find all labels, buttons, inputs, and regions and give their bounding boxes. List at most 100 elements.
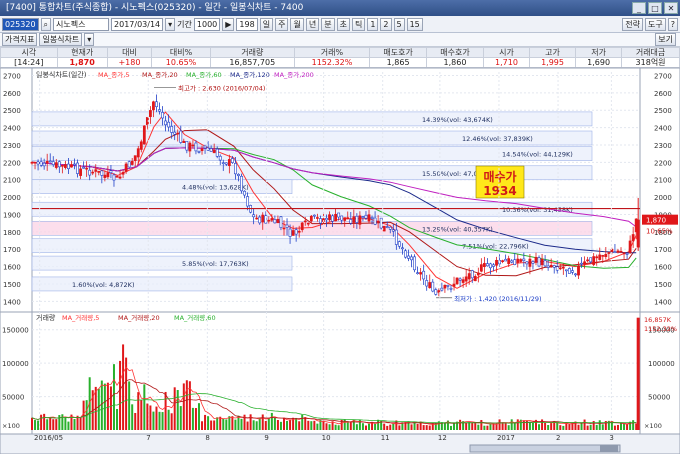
time-tick-label: 2	[556, 434, 560, 442]
candle-body	[467, 273, 471, 280]
buy-price-label: 매수가	[483, 169, 516, 184]
volume-bar	[37, 420, 40, 430]
volume-bar	[474, 422, 477, 430]
price-tick-label-right: 2600	[654, 90, 672, 98]
volume-bar	[137, 392, 140, 430]
candle-body	[36, 161, 40, 165]
price-tick-label-left: 2100	[3, 177, 21, 185]
volume-bar	[443, 422, 446, 430]
time-tick-label: 8	[205, 434, 209, 442]
volume-scale-label-right: ×100	[644, 422, 662, 430]
volume-bar	[425, 425, 428, 430]
volume-bar	[398, 425, 401, 430]
candle-body	[385, 226, 389, 228]
candle-body	[407, 255, 410, 259]
candle-body	[73, 163, 76, 166]
candle-body	[397, 241, 401, 247]
volume-bar	[119, 360, 122, 430]
volume-bar	[158, 411, 161, 430]
candle-body	[586, 259, 590, 262]
candle-body	[476, 272, 480, 276]
candle-body	[534, 256, 538, 263]
candle-body	[571, 270, 574, 273]
candle-body	[197, 150, 201, 153]
candle-body	[282, 227, 286, 230]
volume-profile-label: 4.48%(vol: 13,628K)	[182, 184, 249, 192]
volume-profile-label: 13.29%(vol: 40,357K)	[422, 225, 493, 233]
candle-body	[401, 247, 404, 250]
volume-bar	[140, 399, 143, 430]
candle-body	[419, 272, 423, 275]
volume-bar	[377, 419, 380, 430]
candle-body	[558, 267, 562, 270]
stock-chart[interactable]: 1400 14001500 15001600 16001700 17001800 1800…	[0, 0, 680, 454]
candle-body	[224, 162, 228, 165]
candle-body	[194, 142, 198, 152]
volume-bar	[58, 415, 61, 430]
candle-body	[425, 280, 429, 287]
candle-body	[373, 217, 377, 225]
candle-body	[252, 214, 256, 218]
candle-body	[504, 258, 508, 262]
candle-body	[288, 228, 292, 237]
volume-bar	[79, 417, 82, 430]
candle-body	[200, 148, 204, 152]
volume-bar	[170, 413, 173, 430]
volume-bar	[225, 419, 228, 430]
candle-body	[152, 101, 155, 111]
time-tick-label: 11	[381, 434, 390, 442]
candle-body	[379, 217, 383, 229]
volume-profile-label: 14.39%(vol: 43,674K)	[422, 116, 493, 124]
time-tick-label: 10	[322, 434, 331, 442]
candle-body	[103, 174, 107, 178]
candle-body	[616, 250, 620, 253]
candle-body	[337, 212, 341, 218]
price-tick-label-left: 1900	[3, 211, 21, 219]
ma-legend-item: MA_종가,60	[186, 70, 222, 79]
candle-body	[382, 225, 386, 232]
candle-body	[303, 220, 307, 223]
volume-profile-label: 5.85%(vol: 17,763K)	[182, 260, 249, 268]
volume-percent-label: 1152.32%	[644, 325, 677, 333]
volume-bar	[316, 423, 319, 430]
volume-bar	[255, 421, 258, 430]
candle-body	[607, 252, 611, 254]
candle-body	[619, 250, 623, 253]
volume-bar	[601, 424, 604, 430]
candle-body	[561, 266, 565, 269]
volume-chart-title: 거래량	[36, 313, 56, 322]
volume-bar	[595, 424, 598, 430]
candle-body	[218, 155, 222, 161]
volume-bar	[465, 422, 468, 430]
volume-bar	[559, 425, 562, 430]
price-tick-label-left: 2600	[3, 90, 21, 98]
volume-bar	[580, 422, 583, 430]
volume-bar	[298, 421, 301, 430]
volume-bar	[501, 422, 504, 430]
candle-body	[161, 112, 164, 119]
volume-bar	[538, 424, 541, 430]
candle-body	[306, 222, 310, 225]
candle-body	[240, 176, 243, 192]
volume-bar	[240, 418, 243, 430]
candle-body	[127, 161, 131, 168]
candle-body	[115, 175, 119, 178]
price-tick-label-left: 2400	[3, 125, 21, 133]
candle-body	[574, 273, 577, 276]
candle-body	[179, 130, 183, 143]
time-tick-label: 2017	[497, 434, 515, 442]
price-tick-label-right: 2300	[654, 142, 672, 150]
volume-bar	[544, 422, 547, 430]
candle-body	[176, 132, 180, 135]
volume-bar	[109, 386, 112, 430]
candle-body	[94, 169, 98, 172]
candle-body	[215, 148, 219, 157]
volume-bar	[112, 364, 115, 430]
volume-bar	[67, 421, 70, 430]
price-tick-label-left: 2300	[3, 142, 21, 150]
volume-bar	[246, 421, 249, 430]
candle-body	[531, 261, 535, 264]
candle-body	[355, 215, 359, 223]
volume-tick-label-right: 100000	[648, 360, 675, 368]
volume-bar	[301, 414, 304, 430]
